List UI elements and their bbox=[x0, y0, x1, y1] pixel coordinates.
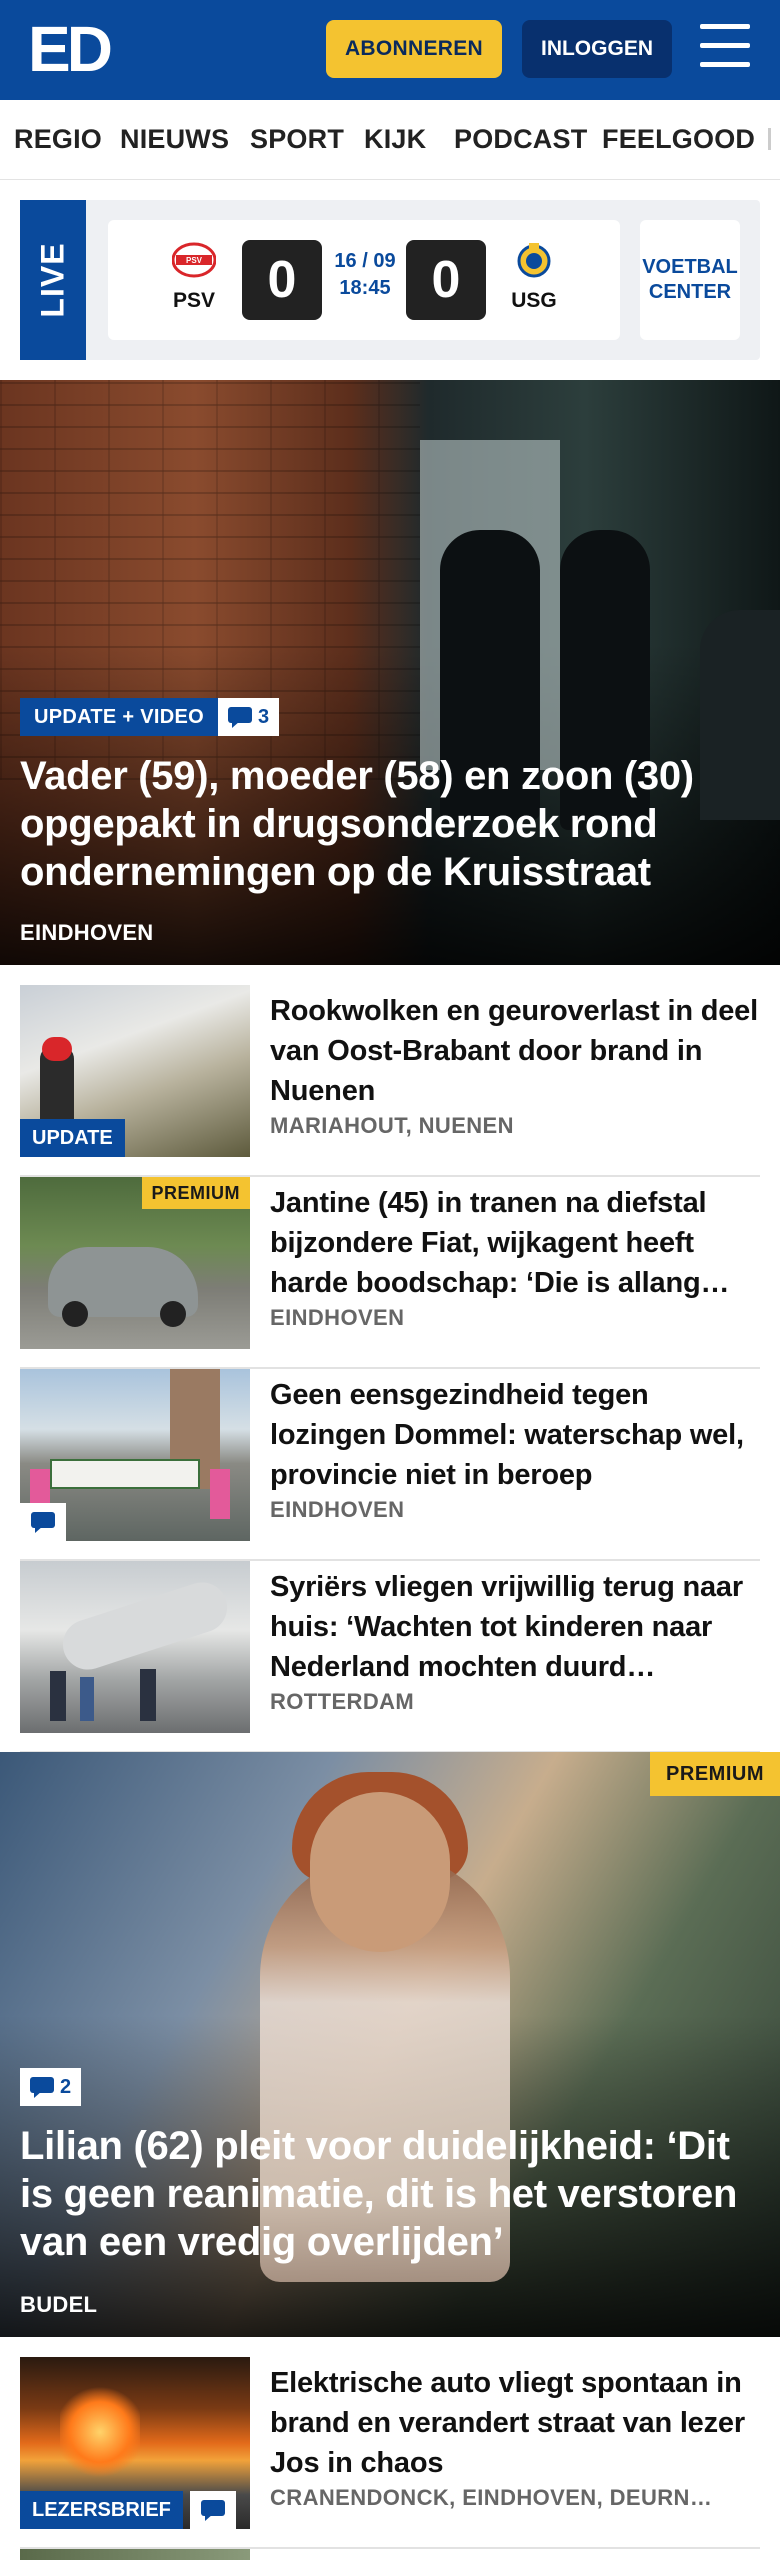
nav-overflow-divider bbox=[768, 128, 771, 150]
away-team: USG bbox=[504, 242, 564, 313]
comment-icon bbox=[201, 2500, 225, 2521]
site-header: ED ABONNEREN INLOGGEN bbox=[0, 0, 780, 100]
match-datetime: 16 / 09 18:45 bbox=[330, 248, 400, 302]
thumb-banner bbox=[50, 1459, 200, 1489]
thumb-wheel bbox=[160, 1301, 186, 1327]
home-team: PSV PSV bbox=[164, 242, 224, 313]
thumb-protester bbox=[210, 1469, 230, 1519]
ed-logo[interactable]: ED bbox=[28, 17, 118, 81]
article-thumbnail bbox=[20, 1369, 250, 1541]
nav-item-regio[interactable]: REGIO bbox=[14, 124, 102, 155]
section-nav: REGIO NIEUWS SPORT KIJK PODCAST FEELGOOD bbox=[0, 100, 780, 180]
logo-text: ED bbox=[28, 13, 113, 85]
live-label: LIVE bbox=[34, 242, 71, 318]
article-location: MARIAHOUT, NUENEN bbox=[270, 1113, 514, 1138]
article-title[interactable]: Geen eensgezindheid tegen lozingen Domme… bbox=[270, 1375, 760, 1495]
article-title[interactable]: Syriërs vliegen vrijwillig terug naar hu… bbox=[270, 1567, 760, 1687]
article-title[interactable]: Jantine (45) in tranen na diefstal bijzo… bbox=[270, 1183, 760, 1303]
list-item[interactable]: LEZERSBRIEF Elektrische auto vliegt spon… bbox=[20, 2357, 760, 2549]
thumb-passenger bbox=[50, 1671, 66, 1721]
article-title[interactable]: Elektrische auto vliegt spontaan in bran… bbox=[270, 2363, 760, 2483]
hero-article[interactable]: UPDATE + VIDEO 3 Vader (59), moeder (58)… bbox=[0, 380, 780, 965]
usg-crest-icon bbox=[517, 243, 551, 278]
home-score: 0 bbox=[242, 240, 322, 320]
list-item[interactable]: PREMIUM Jantine (45) in tranen na diefst… bbox=[20, 1177, 760, 1369]
match-time: 18:45 bbox=[339, 277, 391, 299]
match-date: 16 / 09 bbox=[334, 250, 396, 272]
lezersbrief-badge: LEZERSBRIEF bbox=[20, 2491, 183, 2529]
away-score: 0 bbox=[406, 240, 486, 320]
comment-count[interactable]: 2 bbox=[20, 2068, 82, 2106]
hero-article[interactable]: PREMIUM 2 Lilian (62) pleit voor duideli… bbox=[0, 1752, 780, 2337]
article-location: EINDHOVEN bbox=[270, 1305, 405, 1330]
thumb-helmet bbox=[42, 1037, 72, 1061]
comment-indicator[interactable] bbox=[190, 2491, 236, 2529]
home-team-name: PSV bbox=[172, 289, 216, 312]
comment-icon bbox=[227, 707, 252, 728]
psv-crest-icon: PSV bbox=[171, 242, 217, 278]
article-location: ROTTERDAM bbox=[270, 1689, 415, 1714]
nav-item-kijk[interactable]: KIJK bbox=[364, 124, 426, 155]
match-card[interactable]: PSV PSV 0 16 / 09 18:45 0 USG bbox=[108, 220, 620, 340]
comment-icon bbox=[30, 2077, 54, 2098]
nav-item-podcast[interactable]: PODCAST bbox=[454, 124, 587, 155]
premium-badge: PREMIUM bbox=[141, 1177, 250, 1209]
hero-title[interactable]: Vader (59), moeder (58) en zoon (30) opg… bbox=[20, 752, 760, 896]
thumb-wheel bbox=[62, 1301, 88, 1327]
thumb-airplane bbox=[56, 1575, 234, 1677]
hero-badges: UPDATE + VIDEO 3 bbox=[20, 698, 280, 736]
svg-text:PSV: PSV bbox=[186, 256, 203, 265]
login-button[interactable]: INLOGGEN bbox=[522, 20, 672, 78]
update-badge: UPDATE bbox=[20, 1119, 125, 1157]
menu-icon[interactable] bbox=[700, 24, 752, 72]
thumb-passenger bbox=[80, 1677, 94, 1721]
article-thumbnail: UPDATE bbox=[20, 985, 250, 1157]
article-thumbnail: LEZERSBRIEF bbox=[20, 2357, 250, 2529]
subscribe-button[interactable]: ABONNEREN bbox=[326, 20, 502, 78]
article-thumbnail: PREMIUM bbox=[20, 1177, 250, 1349]
next-item-thumbnail-partial bbox=[20, 2549, 250, 2560]
premium-badge: PREMIUM bbox=[650, 1752, 780, 1796]
list-item[interactable]: Geen eensgezindheid tegen lozingen Domme… bbox=[20, 1369, 760, 1561]
nav-item-nieuws[interactable]: NIEUWS bbox=[120, 124, 229, 155]
list-item[interactable]: Syriërs vliegen vrijwillig terug naar hu… bbox=[20, 1561, 760, 1753]
comment-count-value: 2 bbox=[60, 2075, 72, 2098]
live-tab[interactable]: LIVE bbox=[20, 200, 86, 360]
away-team-name: USG bbox=[511, 289, 557, 312]
hero-badges: 2 bbox=[20, 2068, 82, 2106]
hero-location: BUDEL bbox=[20, 2292, 98, 2317]
nav-item-sport[interactable]: SPORT bbox=[250, 124, 344, 155]
voetbal-center-link[interactable]: VOETBAL CENTER bbox=[640, 220, 740, 340]
comment-indicator[interactable] bbox=[20, 1503, 66, 1541]
article-thumbnail bbox=[20, 1561, 250, 1733]
article-location: EINDHOVEN bbox=[270, 1497, 405, 1522]
article-location: CRANENDONCK, EINDHOVEN, DEURN… bbox=[270, 2485, 713, 2510]
thumb-passenger bbox=[140, 1669, 156, 1721]
comment-count-value: 3 bbox=[257, 705, 270, 728]
list-item[interactable]: UPDATE Rookwolken en geuroverlast in dee… bbox=[20, 985, 760, 1177]
hero-title[interactable]: Lilian (62) pleit voor duidelijkheid: ‘D… bbox=[20, 2122, 760, 2266]
thumb-flames bbox=[60, 2387, 140, 2477]
live-scores-widget: LIVE PSV PSV 0 16 / 09 18:45 0 USG VOETB… bbox=[20, 200, 760, 360]
hero-location: EINDHOVEN bbox=[20, 920, 154, 945]
nav-item-feelgood[interactable]: FEELGOOD bbox=[602, 124, 755, 155]
update-video-badge: UPDATE + VIDEO bbox=[20, 698, 218, 736]
article-title[interactable]: Rookwolken en geuroverlast in deel van O… bbox=[270, 991, 760, 1111]
hero-image-face bbox=[310, 1792, 450, 1952]
comment-icon bbox=[31, 1512, 55, 1533]
comment-count[interactable]: 3 bbox=[217, 698, 280, 736]
